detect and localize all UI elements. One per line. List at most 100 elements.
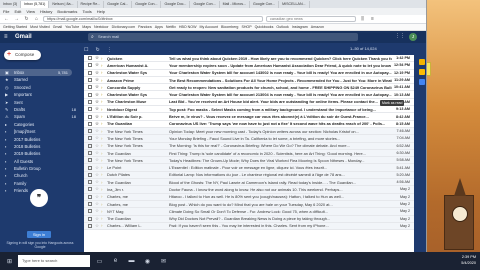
row-checkbox[interactable]: [88, 70, 92, 75]
table-row[interactable]: ☆ › The New York Times Opinion Today: Meet …: [84, 127, 414, 136]
bookmark-item[interactable]: Instagram: [292, 25, 308, 29]
task-view-icon[interactable]: ▭: [93, 255, 106, 268]
row-checkbox[interactable]: [88, 158, 92, 163]
browser-search-field[interactable]: canadian geo news: [266, 16, 356, 22]
row-checkbox[interactable]: [88, 172, 92, 177]
sidebar-item[interactable]: ✎ Drafts 18: [0, 106, 80, 113]
home-icon[interactable]: ⌂: [33, 16, 40, 23]
browser-tab[interactable]: MISCELLAN...: [279, 1, 310, 8]
taskbar-clock[interactable]: 2:39 PM 5/4/2020: [461, 254, 476, 266]
table-row[interactable]: ☆ › Charles, me Blog post - Which do you wa…: [84, 200, 414, 209]
table-row[interactable]: ☆ › Concordia Supply Get ready to reopen: N…: [84, 84, 414, 92]
table-row[interactable]: ☆ › American Humanist A. Your membership ex…: [84, 62, 414, 70]
bookmark-item[interactable]: Netflix: [166, 25, 176, 29]
table-row[interactable]: ☆ › The New York Times Today's Headlines: T…: [84, 157, 414, 165]
row-checkbox[interactable]: [88, 92, 92, 97]
bookmark-item[interactable]: YouTube: [65, 25, 79, 29]
browser-tab[interactable]: Nelson | 8a...: [49, 1, 78, 8]
sidebar-item[interactable]: ➤ Sent: [0, 99, 80, 106]
menu-icon[interactable]: ≡: [369, 16, 376, 23]
table-row[interactable]: ☆ › Nextdoor Digest Top post: Foo masks - S…: [84, 106, 414, 114]
browser-tab[interactable]: Google Con...: [250, 1, 280, 8]
table-row[interactable]: ☆ › The New York Times Your Monday Briefing…: [84, 135, 414, 143]
bookmark-item[interactable]: Quickbooks: [255, 25, 274, 29]
sidebar-item[interactable]: ▪ Church: [0, 172, 80, 179]
browser-tab[interactable]: Inbox (3): [0, 1, 22, 8]
bookmark-item[interactable]: Amazon: [311, 25, 324, 29]
table-row[interactable]: ☆ › Charles, me Hitaroo - I talked to Hun a…: [84, 193, 414, 201]
url-bar[interactable]: https://mail.google.com/mail/u/0/#inbox: [43, 16, 263, 22]
bookmark-item[interactable]: HBO NOW: [179, 25, 197, 29]
menu-item[interactable]: Help: [97, 9, 105, 14]
table-row[interactable]: ☆ › Charles... William L. Fwd: If you haven…: [84, 222, 414, 231]
row-checkbox[interactable]: [88, 114, 92, 119]
bookmark-item[interactable]: SHOP: [241, 25, 251, 29]
table-row[interactable]: ☆ › Charleston Water Sys Your Charleston Wa…: [84, 91, 414, 99]
sidebar-item[interactable]: ▣ Inbox 5,781: [0, 69, 72, 77]
table-row[interactable]: ☆ › The Guardian First Thing: Trump is 'sol…: [84, 149, 414, 158]
sidebar-item[interactable]: ▪ 2018 Bulletins: [0, 143, 80, 150]
row-checkbox[interactable]: [88, 165, 92, 170]
sidebar-item[interactable]: ▪ Bulletin Group: [0, 165, 80, 172]
row-checkbox[interactable]: [88, 180, 92, 185]
reload-icon[interactable]: ↻: [23, 16, 30, 23]
row-checkbox[interactable]: [88, 121, 92, 126]
table-row[interactable]: ☆ › The Guardian Coronavirus US live: 'Trum…: [84, 120, 414, 128]
search-icon[interactable]: ⌕: [91, 33, 94, 41]
row-checkbox[interactable]: [88, 143, 92, 148]
row-checkbox[interactable]: [88, 99, 92, 104]
back-icon[interactable]: ←: [3, 16, 10, 23]
row-checkbox[interactable]: [88, 78, 92, 83]
table-row[interactable]: ☆ › The Guardian Blood of the Ghosts: The N…: [84, 179, 414, 187]
avatar[interactable]: J: [409, 33, 417, 41]
row-checkbox[interactable]: [88, 56, 92, 61]
row-checkbox[interactable]: [88, 151, 92, 155]
bookmark-item[interactable]: Getting Started: [3, 25, 27, 29]
edge-icon[interactable]: e: [109, 255, 122, 268]
gmail-logo[interactable]: Gmail: [15, 34, 32, 40]
row-checkbox[interactable]: [88, 216, 92, 221]
menu-item[interactable]: View: [26, 9, 35, 14]
browser-tab[interactable]: Google Cal...: [104, 1, 133, 8]
browser-tab[interactable]: Recipe Re...: [78, 1, 105, 8]
compose-button[interactable]: + Compose: [4, 50, 41, 60]
table-row[interactable]: ☆ › The Charleston Muse Last Bid - You've r…: [84, 98, 414, 107]
sidebar-item[interactable]: ▪ 2019 Bulletins: [0, 150, 80, 157]
main-menu-icon[interactable]: ≡: [4, 33, 12, 41]
bookmark-item[interactable]: Dictionary.com: [112, 25, 136, 29]
row-checkbox[interactable]: [88, 107, 92, 112]
row-checkbox[interactable]: [88, 136, 92, 141]
table-row[interactable]: ☆ › Ina_Jim r. Doctor Fauna - I know the wo…: [84, 186, 414, 194]
bookmark-item[interactable]: Nextdoor: [94, 25, 109, 29]
bookmark-item[interactable]: Outlook: [276, 25, 288, 29]
row-checkbox[interactable]: [88, 129, 92, 134]
select-all-checkbox[interactable]: ☐: [84, 47, 88, 53]
bookmark-item[interactable]: Most Visited: [30, 25, 50, 29]
sidebar-item[interactable]: ▪ [Imap]/Sent: [0, 128, 80, 135]
keep-icon[interactable]: [418, 69, 425, 75]
menu-item[interactable]: File: [3, 9, 9, 14]
sidebar-item[interactable]: ▪ All Guests: [0, 158, 80, 165]
row-checkbox[interactable]: [88, 85, 92, 90]
refresh-icon[interactable]: ↻: [95, 47, 99, 53]
library-icon[interactable]: ⫼: [359, 16, 366, 23]
browser-tab[interactable]: Google Doc...: [161, 1, 191, 8]
windows-start-icon[interactable]: ⊞: [3, 255, 16, 268]
sidebar-item[interactable]: ◷ Snoozed: [0, 84, 80, 91]
bookmark-item[interactable]: Maps: [82, 25, 91, 29]
table-row[interactable]: ☆ › NYT Mag Climate Doing So Small Or Don't…: [84, 208, 414, 216]
file-explorer-icon[interactable]: ▬: [125, 255, 138, 268]
bookmark-item[interactable]: Apps: [155, 25, 163, 29]
table-row[interactable]: ☆ › The New York Times The Morning: 'Is thi…: [84, 142, 414, 150]
sidebar-item[interactable]: ★ Starred: [0, 76, 80, 83]
taskbar-search-input[interactable]: Type here to search: [18, 255, 90, 267]
bookmark-item[interactable]: Pandora: [138, 25, 152, 29]
row-checkbox[interactable]: [88, 63, 92, 68]
sidebar-item[interactable]: ▪ Family: [0, 180, 80, 187]
mail-icon[interactable]: ✉: [157, 255, 170, 268]
table-row[interactable]: ☆ › Dutch Pilates Editorial Lamp: Nos infor…: [84, 171, 414, 180]
row-checkbox[interactable]: [88, 209, 92, 214]
browser-tab[interactable]: Inbox (5,781): [21, 1, 50, 8]
table-row[interactable]: ☆ › Quicken Tell us what you think about Qu…: [84, 55, 414, 63]
row-checkbox[interactable]: [88, 202, 92, 207]
